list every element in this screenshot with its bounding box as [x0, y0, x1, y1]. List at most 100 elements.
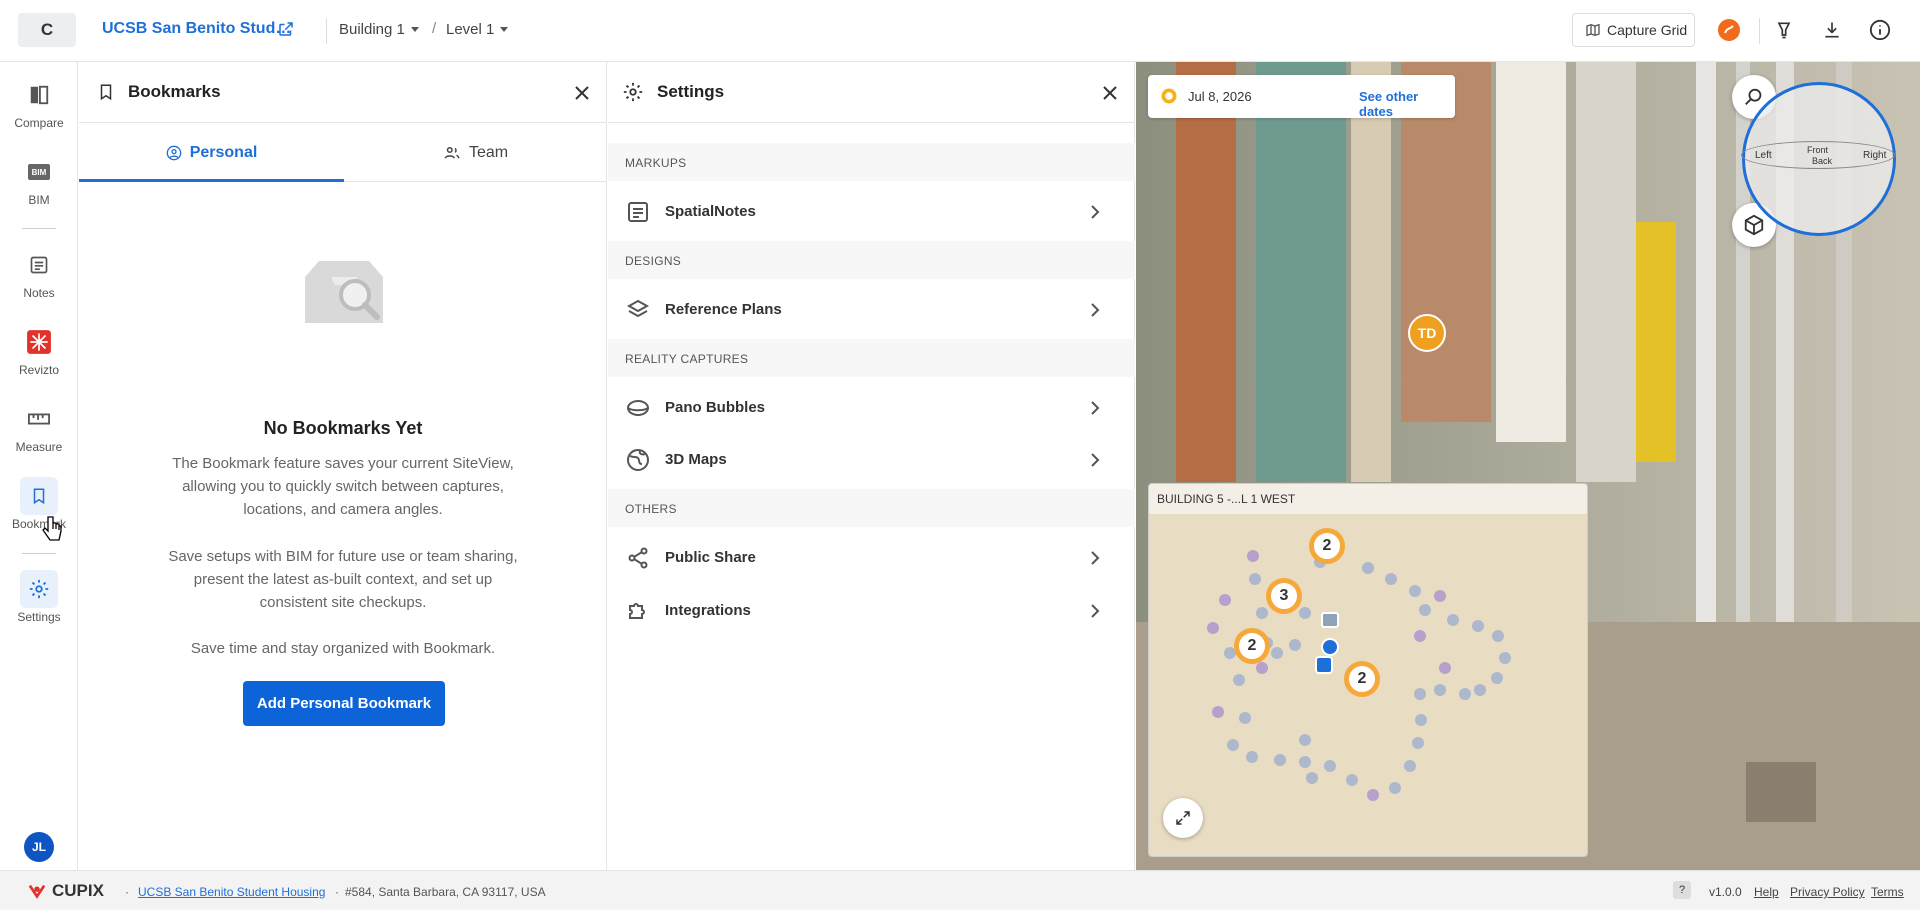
- footer-terms-link[interactable]: Terms: [1871, 885, 1904, 899]
- settings-row-reference-plans[interactable]: Reference Plans: [608, 284, 1135, 336]
- help-badge[interactable]: ?: [1673, 881, 1691, 899]
- settings-row-pano-bubbles[interactable]: Pano Bubbles: [608, 382, 1135, 434]
- map-point[interactable]: [1346, 774, 1358, 786]
- info-icon[interactable]: [1868, 18, 1892, 42]
- add-personal-bookmark-button[interactable]: Add Personal Bookmark: [243, 681, 445, 726]
- top-bar: C UCSB San Benito Stud… Building 1 / Lev…: [0, 0, 1920, 62]
- chevron-right-icon: [1091, 604, 1100, 618]
- footer-help-link[interactable]: Help: [1754, 885, 1779, 899]
- footer-privacy-link[interactable]: Privacy Policy: [1790, 885, 1865, 899]
- expand-icon[interactable]: [1163, 798, 1203, 838]
- map-point[interactable]: [1447, 614, 1459, 626]
- panel-title: Settings: [657, 82, 725, 101]
- close-icon[interactable]: [1099, 82, 1121, 104]
- map-point[interactable]: [1459, 688, 1471, 700]
- tab-personal[interactable]: Personal: [79, 124, 344, 182]
- map-point[interactable]: [1409, 585, 1421, 597]
- building-label: Building 1: [339, 21, 405, 38]
- rail-label: Settings: [17, 610, 61, 624]
- notification-icon[interactable]: [1717, 18, 1741, 42]
- rail-item-revizto[interactable]: Revizto: [0, 323, 78, 377]
- project-title-link[interactable]: UCSB San Benito Stud…: [102, 20, 291, 38]
- section-label-others: OTHERS: [625, 502, 677, 516]
- map-point[interactable]: [1439, 662, 1451, 674]
- map-point[interactable]: [1233, 674, 1245, 686]
- map-point[interactable]: [1299, 734, 1311, 746]
- map-point[interactable]: [1227, 739, 1239, 751]
- map-cluster[interactable]: 2: [1344, 661, 1380, 697]
- globe-icon: [627, 449, 649, 471]
- map-point[interactable]: [1239, 712, 1251, 724]
- map-point[interactable]: [1299, 607, 1311, 619]
- note-marker-icon[interactable]: [1321, 612, 1339, 628]
- settings-row-public-share[interactable]: Public Share: [608, 532, 1135, 584]
- rail-item-compare[interactable]: Compare: [0, 76, 78, 130]
- map-point[interactable]: [1362, 562, 1374, 574]
- map-point[interactable]: [1299, 756, 1311, 768]
- tab-team[interactable]: Team: [344, 124, 607, 182]
- map-point[interactable]: [1246, 751, 1258, 763]
- map-point[interactable]: [1415, 714, 1427, 726]
- map-point[interactable]: [1491, 672, 1503, 684]
- map-point[interactable]: [1247, 550, 1259, 562]
- settings-row-spatialnotes[interactable]: SpatialNotes: [608, 186, 1135, 238]
- user-avatar[interactable]: JL: [24, 832, 54, 862]
- building-dropdown[interactable]: Building 1: [339, 21, 419, 38]
- map-point[interactable]: [1414, 688, 1426, 700]
- user-pin-marker[interactable]: TD: [1408, 314, 1446, 352]
- map-point[interactable]: [1499, 652, 1511, 664]
- map-point[interactable]: [1474, 684, 1486, 696]
- minimap[interactable]: BUILDING 5 -...L 1 WEST 2 3 2 2: [1148, 483, 1588, 857]
- close-icon[interactable]: [571, 82, 593, 104]
- map-point[interactable]: [1306, 772, 1318, 784]
- external-link-icon[interactable]: [277, 20, 295, 43]
- map-point[interactable]: [1385, 573, 1397, 585]
- see-other-dates-link[interactable]: See other dates: [1359, 89, 1455, 119]
- current-position-marker[interactable]: [1321, 638, 1339, 656]
- level-dropdown[interactable]: Level 1: [446, 21, 509, 38]
- map-point[interactable]: [1324, 760, 1336, 772]
- rail-item-notes[interactable]: Notes: [0, 246, 78, 300]
- rail-label: Compare: [14, 116, 64, 130]
- map-point[interactable]: [1492, 630, 1504, 642]
- footer-project-link[interactable]: UCSB San Benito Student Housing: [138, 885, 325, 899]
- map-point[interactable]: [1412, 737, 1424, 749]
- chevron-right-icon: [1091, 453, 1100, 467]
- lightbulb-icon[interactable]: [1772, 18, 1796, 42]
- map-point[interactable]: [1434, 590, 1446, 602]
- compass-widget[interactable]: Left Front Back Right: [1741, 82, 1896, 236]
- pano-viewer[interactable]: Jul 8, 2026 See other dates Left Front B…: [1136, 62, 1920, 870]
- map-point[interactable]: [1249, 573, 1261, 585]
- notes-icon: [20, 246, 58, 284]
- download-icon[interactable]: [1820, 18, 1844, 42]
- settings-row-integrations[interactable]: Integrations: [608, 585, 1135, 637]
- map-point[interactable]: [1219, 594, 1231, 606]
- capture-grid-button[interactable]: Capture Grid: [1572, 13, 1695, 47]
- map-cluster[interactable]: 3: [1266, 578, 1302, 614]
- rail-item-settings[interactable]: Settings: [0, 570, 78, 624]
- map-point[interactable]: [1419, 604, 1431, 616]
- map-point[interactable]: [1472, 620, 1484, 632]
- map-point[interactable]: [1212, 706, 1224, 718]
- rail-item-bim[interactable]: BIM BIM: [0, 153, 78, 207]
- map-point[interactable]: [1256, 607, 1268, 619]
- map-point[interactable]: [1367, 789, 1379, 801]
- map-cluster[interactable]: 2: [1234, 628, 1270, 664]
- map-point[interactable]: [1404, 760, 1416, 772]
- map-cluster[interactable]: 2: [1309, 528, 1345, 564]
- rail-label: Revizto: [18, 363, 59, 377]
- map-point[interactable]: [1256, 662, 1268, 674]
- map-point[interactable]: [1289, 639, 1301, 651]
- settings-row-3d-maps[interactable]: 3D Maps: [608, 434, 1135, 486]
- rail-item-bookmark[interactable]: Bookmark: [0, 477, 78, 531]
- org-switcher-button[interactable]: C: [18, 13, 76, 47]
- map-point[interactable]: [1271, 647, 1283, 659]
- rail-item-measure[interactable]: Measure: [0, 400, 78, 454]
- map-point[interactable]: [1414, 630, 1426, 642]
- map-point[interactable]: [1207, 622, 1219, 634]
- caret-down-icon: [500, 27, 509, 32]
- map-point[interactable]: [1274, 754, 1286, 766]
- map-point[interactable]: [1434, 684, 1446, 696]
- note-marker-icon[interactable]: [1315, 656, 1333, 674]
- map-point[interactable]: [1389, 782, 1401, 794]
